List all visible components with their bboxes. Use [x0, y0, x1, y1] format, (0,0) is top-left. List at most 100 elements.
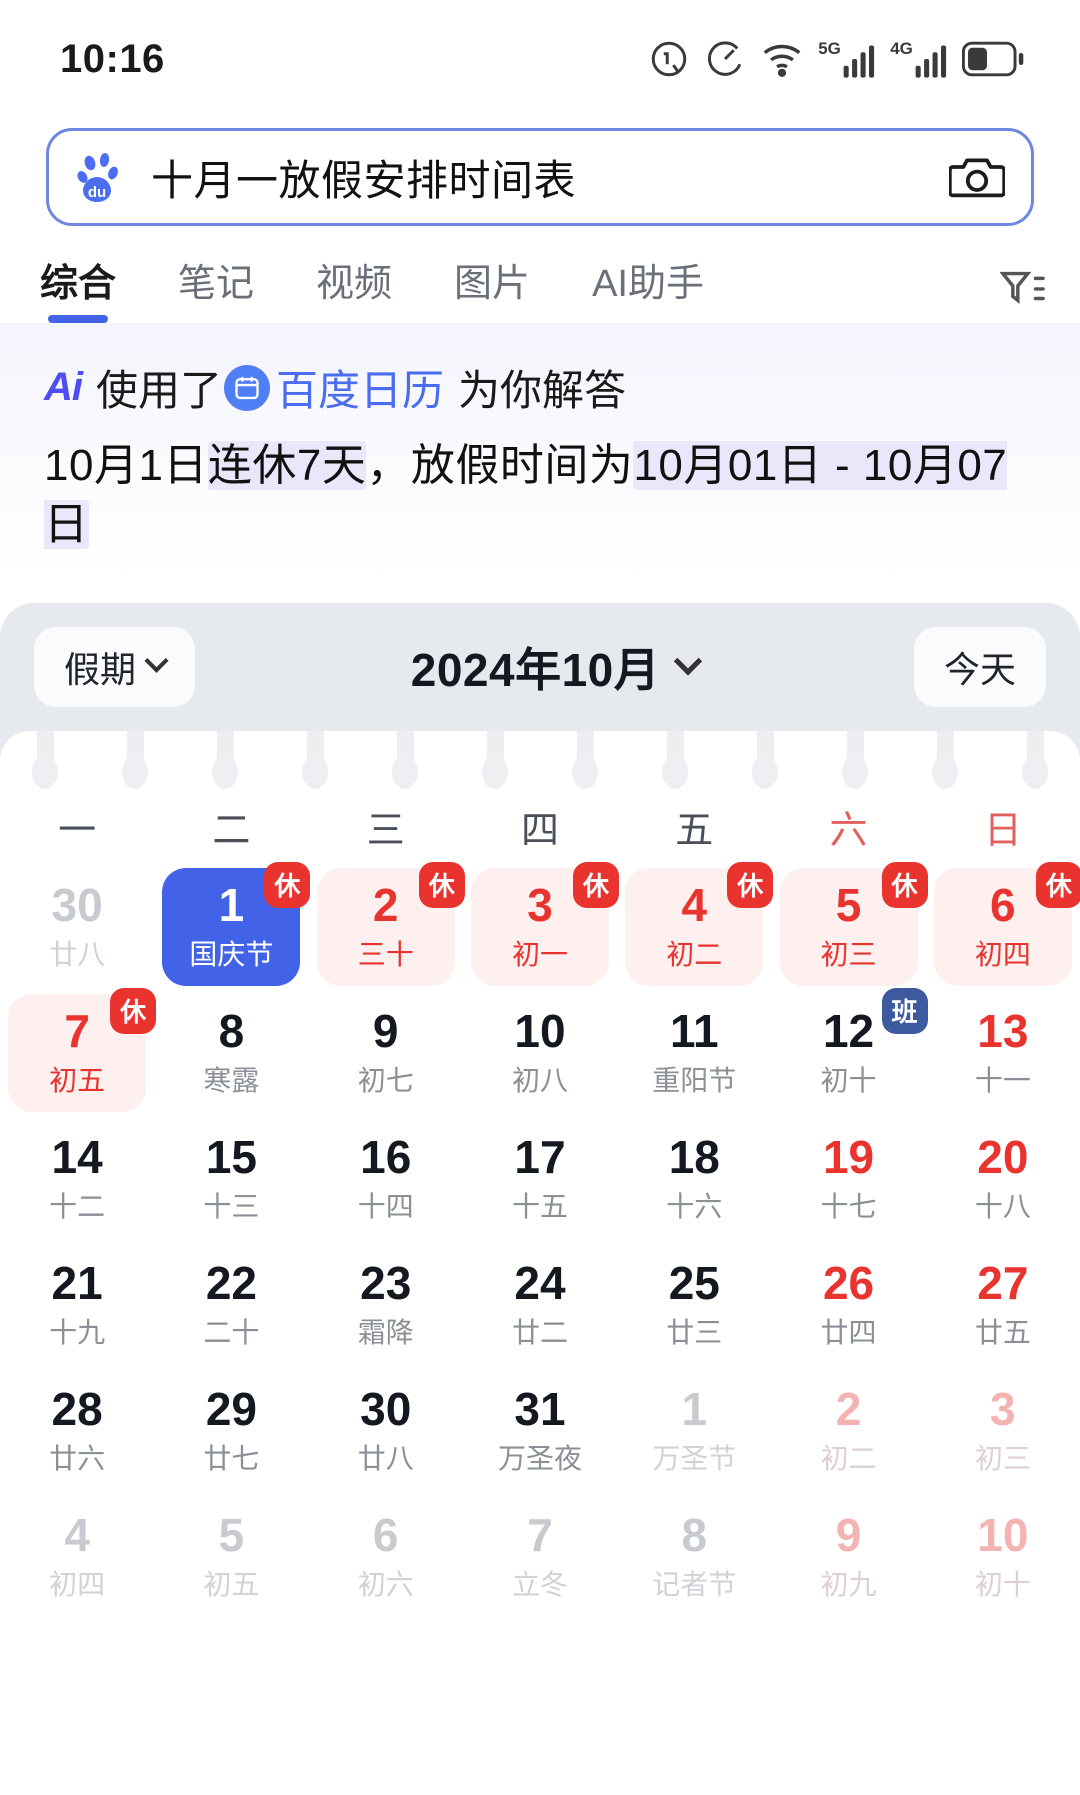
tab-images[interactable]: 图片: [454, 252, 530, 323]
camera-icon[interactable]: [949, 154, 1005, 200]
calendar-day-sublabel: 十三: [203, 1190, 260, 1222]
calendar-day-inner: 10 初十: [934, 1498, 1072, 1616]
calendar-day-cell[interactable]: 22 二十: [154, 1242, 308, 1368]
calendar-day-sublabel: 初九: [820, 1568, 877, 1600]
calendar-day-number: 24: [514, 1256, 566, 1309]
calendar-day-inner: 9 初七: [317, 994, 455, 1112]
calendar-day-cell[interactable]: 7 初五休: [0, 987, 157, 1116]
calendar-card: 假期 2024年10月 今天 一 二 三 四 五 六 日 30 廿八 1 国庆节…: [0, 602, 1080, 1620]
calendar-day-sublabel: 十九: [49, 1316, 106, 1348]
calendar-day-cell[interactable]: 28 廿六: [0, 1368, 154, 1494]
calendar-day-cell[interactable]: 5 初五: [154, 1494, 308, 1620]
ai-answer-block: Ai 使用了 百度日历 为你解答 10月1日连休7天，放假时间为10月01日 -…: [0, 323, 1080, 581]
calendar-day-grid: 30 廿八 1 国庆节休 2 三十休 3 初一休 4 初二休 5 初三休 6 初四休 7 初五休 8 寒露 9 初七 1…: [0, 861, 1080, 1620]
calendar-day-number: 3: [527, 878, 553, 931]
calendar-day-cell[interactable]: 14 十二: [0, 1116, 154, 1242]
calendar-day-sublabel: 初三: [974, 1442, 1031, 1474]
calendar-day-cell[interactable]: 25 廿三: [617, 1242, 771, 1368]
calendar-day-cell[interactable]: 11 重阳节: [617, 990, 771, 1116]
calendar-day-cell[interactable]: 27 廿五: [926, 1242, 1080, 1368]
today-button[interactable]: 今天: [913, 626, 1046, 707]
calendar-day-sublabel: 霜降: [357, 1316, 414, 1348]
calendar-day-cell[interactable]: 7 立冬: [463, 1494, 617, 1620]
calendar-day-sublabel: 廿七: [203, 1442, 260, 1474]
ai-source-line: Ai 使用了 百度日历 为你解答: [44, 357, 1036, 418]
calendar-day-inner: 23 霜降: [317, 1246, 455, 1364]
weekday-tue: 二: [212, 809, 251, 852]
calendar-day-cell[interactable]: 10 初十: [926, 1494, 1080, 1620]
answer-prefix: 10月1日: [44, 441, 208, 490]
calendar-day-cell[interactable]: 1 国庆节 休: [154, 861, 311, 990]
calendar-day-cell[interactable]: 6 初六: [309, 1494, 463, 1620]
restday-badge: 休: [881, 861, 928, 908]
calendar-day-cell[interactable]: 5 初三休: [771, 861, 928, 990]
calendar-day-number: 11: [669, 1004, 719, 1057]
calendar-day-inner: 6 初四休: [933, 861, 1080, 986]
calendar-day-cell[interactable]: 24 廿二: [463, 1242, 617, 1368]
calendar-day-cell[interactable]: 18 十六: [617, 1116, 771, 1242]
calendar-day-sublabel: 万圣节: [652, 1442, 737, 1474]
calendar-day-number: 2: [835, 1382, 862, 1435]
calendar-day-cell[interactable]: 17 十五: [463, 1116, 617, 1242]
calendar-day-inner: 6 初六: [317, 1498, 455, 1616]
calendar-day-sublabel: 十一: [974, 1064, 1031, 1096]
calendar-day-number: 5: [835, 878, 862, 931]
calendar-day-cell[interactable]: 4 初四: [0, 1494, 154, 1620]
calendar-day-cell[interactable]: 26 廿四: [771, 1242, 925, 1368]
calendar-day-cell[interactable]: 1 万圣节: [617, 1368, 771, 1494]
calendar-day-number: 10: [514, 1004, 566, 1057]
calendar-day-cell[interactable]: 3 初三: [926, 1368, 1080, 1494]
calendar-day-cell[interactable]: 8 寒露: [154, 990, 308, 1116]
search-input[interactable]: 十月一放假安排时间表: [151, 147, 949, 208]
calendar-day-inner: 1 万圣节: [625, 1372, 763, 1490]
calendar-day-number: 21: [51, 1256, 103, 1309]
tab-notes[interactable]: 笔记: [178, 252, 254, 323]
calendar-day-inner: 10 初八: [471, 994, 609, 1112]
calendar-day-cell[interactable]: 30 廿八: [0, 864, 154, 990]
calendar-day-cell[interactable]: 12 初十班: [771, 987, 928, 1116]
calendar-day-cell[interactable]: 16 十四: [309, 1116, 463, 1242]
calendar-day-cell[interactable]: 29 廿七: [154, 1368, 308, 1494]
holiday-filter-button[interactable]: 假期: [34, 626, 196, 707]
calendar-day-inner: 9 初九: [780, 1498, 918, 1616]
calendar-day-sublabel: 廿三: [666, 1316, 723, 1348]
calendar-day-cell[interactable]: 15 十三: [154, 1116, 308, 1242]
calendar-day-number: 8: [218, 1004, 245, 1057]
calendar-day-cell[interactable]: 10 初八: [463, 990, 617, 1116]
calendar-day-cell[interactable]: 8 记者节: [617, 1494, 771, 1620]
calendar-day-sublabel: 十六: [666, 1190, 723, 1222]
tab-comprehensive[interactable]: 综合: [40, 252, 116, 323]
calendar-chip-icon: [224, 364, 271, 411]
calendar-day-cell[interactable]: 3 初一休: [463, 861, 619, 990]
calendar-month-selector[interactable]: 2024年10月: [411, 634, 703, 700]
calendar-day-cell[interactable]: 20 十八: [926, 1116, 1080, 1242]
calendar-day-cell[interactable]: 6 初四休: [926, 861, 1080, 990]
filter-icon[interactable]: [1000, 267, 1046, 307]
calendar-day-cell[interactable]: 19 十七: [771, 1116, 925, 1242]
calendar-day-sublabel: 十五: [511, 1190, 568, 1222]
calendar-day-cell[interactable]: 9 初九: [771, 1494, 925, 1620]
calendar-day-number: 28: [51, 1382, 103, 1435]
calendar-day-sublabel: 廿四: [820, 1316, 877, 1348]
calendar-day-cell[interactable]: 13 十一: [926, 990, 1080, 1116]
calendar-day-cell[interactable]: 31 万圣夜: [463, 1368, 617, 1494]
calendar-day-sublabel: 初八: [511, 1064, 568, 1096]
calendar-day-sublabel: 初六: [357, 1568, 414, 1600]
ai-source-name[interactable]: 百度日历: [276, 357, 444, 418]
calendar-day-inner: 8 寒露: [162, 994, 300, 1112]
calendar-day-cell[interactable]: 21 十九: [0, 1242, 154, 1368]
calendar-day-inner: 17 十五: [471, 1120, 609, 1238]
search-bar[interactable]: du 十月一放假安排时间表: [46, 128, 1034, 226]
tab-video[interactable]: 视频: [316, 252, 392, 323]
tab-ai-assistant[interactable]: AI助手: [592, 252, 704, 323]
calendar-day-cell[interactable]: 4 初二休: [617, 861, 774, 990]
weekday-mon: 一: [58, 809, 97, 852]
calendar-day-cell[interactable]: 23 霜降: [309, 1242, 463, 1368]
calendar-day-cell[interactable]: 2 三十休: [309, 861, 465, 990]
calendar-day-cell[interactable]: 9 初七: [309, 990, 463, 1116]
weekday-wed: 三: [366, 809, 405, 852]
status-time: 10:16: [60, 36, 165, 81]
calendar-day-cell[interactable]: 2 初二: [771, 1368, 925, 1494]
calendar-day-cell[interactable]: 30 廿八: [309, 1368, 463, 1494]
restday-badge: 休: [110, 987, 157, 1034]
